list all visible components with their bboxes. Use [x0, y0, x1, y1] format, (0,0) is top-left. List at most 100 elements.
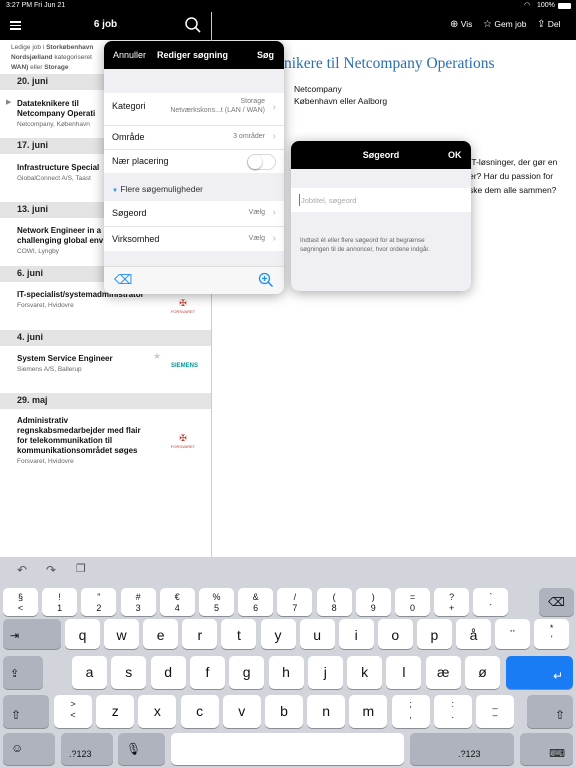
crest-icon: ✠ — [179, 433, 187, 443]
letter-key[interactable]: f — [189, 656, 225, 689]
key-12[interactable]: ` ´ — [473, 588, 509, 616]
ok-button[interactable]: OK — [448, 150, 462, 160]
vis-label: Vis — [460, 19, 473, 29]
search-icon[interactable] — [184, 16, 202, 39]
more-options-toggle[interactable]: ▼ Flere søgemuligheder — [112, 184, 203, 194]
space-key[interactable] — [171, 733, 404, 765]
chevron-right-icon: › — [272, 102, 276, 113]
key-3[interactable]: #3 — [120, 588, 156, 616]
key-8[interactable]: (8 — [316, 588, 352, 616]
chevron-right-icon: › — [272, 233, 276, 244]
list-item[interactable]: Administrativ regnskabsmedarbejder med f… — [0, 409, 211, 479]
caps-lock-key[interactable]: ⇪ — [3, 656, 43, 689]
letter-key[interactable]: * ' — [534, 619, 570, 649]
vis-button[interactable]: ⊕ Vis — [450, 19, 472, 30]
letter-key[interactable]: b — [265, 695, 303, 728]
key-1[interactable]: ! 1 — [42, 588, 78, 616]
letter-key[interactable]: o — [377, 619, 413, 649]
letter-key[interactable]: > < — [54, 695, 92, 728]
letter-key[interactable]: a — [72, 656, 107, 689]
company-logo: SIEMENS — [171, 363, 199, 369]
job-title: System Service Engineer — [17, 354, 113, 363]
letter-key[interactable]: y — [260, 619, 296, 649]
redo-icon[interactable]: ↷ — [46, 563, 56, 577]
key-6[interactable]: & 6 — [238, 588, 274, 616]
zoom-icon[interactable] — [258, 272, 274, 293]
key-9[interactable]: ) 9 — [355, 588, 391, 616]
logo-text: FORSVARET — [170, 309, 196, 314]
letter-key[interactable]: p — [416, 619, 452, 649]
shift-key-left[interactable]: ⇧ — [3, 695, 49, 728]
cancel-button[interactable]: Annuller — [113, 50, 146, 60]
letter-key[interactable]: j — [307, 656, 343, 689]
keywords-row[interactable]: Søgeord Vælg › — [104, 201, 284, 226]
area-value: 3 områder — [233, 133, 265, 140]
letter-key[interactable]: ¨ — [495, 619, 531, 649]
job-title: challenging global env — [17, 236, 104, 245]
area-row[interactable]: Område 3 områder › — [104, 125, 284, 149]
delete-key[interactable]: ⌫ — [539, 588, 574, 616]
key-11[interactable]: ? + — [434, 588, 470, 616]
clear-icon[interactable]: ⌫ — [114, 272, 132, 288]
category-row[interactable]: Kategori Storage Netværkskons...t (LAN /… — [104, 93, 284, 125]
shift-key-right[interactable]: ⇧ — [527, 695, 573, 728]
company-row[interactable]: Virksomhed Vælg › — [104, 226, 284, 251]
letter-key[interactable]: c — [180, 695, 219, 728]
key-0[interactable]: § < — [3, 588, 38, 616]
letter-key[interactable]: x — [138, 695, 177, 728]
keywords-input[interactable]: Jobtitel, søgeord — [301, 196, 356, 205]
letter-key[interactable]: z — [96, 695, 135, 728]
numbers-key-left[interactable]: .?123 — [61, 733, 113, 765]
key-10[interactable]: = 0 — [395, 588, 430, 616]
share-button[interactable]: ⇪ Del — [537, 19, 561, 30]
letter-key[interactable]: q — [65, 619, 100, 649]
popover-toolbar: ⌫ — [104, 266, 284, 294]
star-icon[interactable]: ★ — [153, 351, 161, 362]
chevron-right-icon: › — [272, 131, 276, 142]
company-logo: ✠ FORSVARET — [168, 298, 198, 314]
undo-icon[interactable]: ↶ — [17, 563, 27, 577]
return-key[interactable]: ↵ — [506, 656, 573, 689]
dictation-key[interactable]: 🎙 — [118, 733, 165, 765]
letter-key[interactable]: æ — [425, 656, 461, 689]
category-value: Storage — [240, 98, 265, 105]
key-5[interactable]: % 5 — [199, 588, 234, 616]
letter-key[interactable]: å — [456, 619, 491, 649]
letter-key[interactable]: h — [268, 656, 304, 689]
letter-key[interactable]: u — [299, 619, 335, 649]
help-text: søgningen til de annoncer, hvor ordene i… — [300, 246, 430, 253]
key-2[interactable]: " 2 — [81, 588, 117, 616]
letter-key[interactable]: :. — [433, 695, 472, 728]
letter-key[interactable]: v — [222, 695, 261, 728]
letter-key[interactable]: _ – — [476, 695, 514, 728]
paste-icon[interactable]: ❐ — [76, 562, 86, 575]
nearby-toggle[interactable] — [247, 154, 276, 170]
letter-key[interactable]: s — [111, 656, 147, 689]
letter-key[interactable]: d — [150, 656, 186, 689]
letter-key[interactable]: e — [143, 619, 179, 649]
save-job-button[interactable]: ☆ Gem job — [483, 19, 526, 30]
letter-key[interactable]: g — [229, 656, 265, 689]
emoji-key[interactable]: ☺ — [3, 733, 55, 765]
letter-key[interactable]: l — [386, 656, 422, 689]
list-item[interactable]: System Service Engineer Siemens A/S, Bal… — [0, 346, 211, 394]
numbers-key-right[interactable]: .?123 — [410, 733, 514, 765]
job-company: Netcompany, København — [17, 121, 90, 128]
left-navbar: 6 job — [0, 12, 211, 40]
key-4[interactable]: €4 — [159, 588, 195, 616]
letter-key[interactable]: t — [221, 619, 257, 649]
hide-keyboard-key[interactable]: ⌨ — [520, 733, 573, 765]
crest-icon: ✠ — [179, 298, 187, 308]
letter-key[interactable]: n — [307, 695, 346, 728]
letter-key[interactable]: w — [104, 619, 140, 649]
letter-key[interactable]: ;, — [391, 695, 430, 728]
letter-key[interactable]: r — [182, 619, 218, 649]
letter-key[interactable]: i — [338, 619, 374, 649]
search-submit-button[interactable]: Søg — [257, 50, 274, 60]
tab-key[interactable]: ⇥ — [3, 619, 61, 649]
key-7[interactable]: /7 — [277, 588, 313, 616]
letter-key[interactable]: k — [347, 656, 383, 689]
letter-key[interactable]: m — [349, 695, 388, 728]
letter-key[interactable]: ø — [465, 656, 500, 689]
summary-area: Storkøbenhavn — [46, 44, 94, 51]
